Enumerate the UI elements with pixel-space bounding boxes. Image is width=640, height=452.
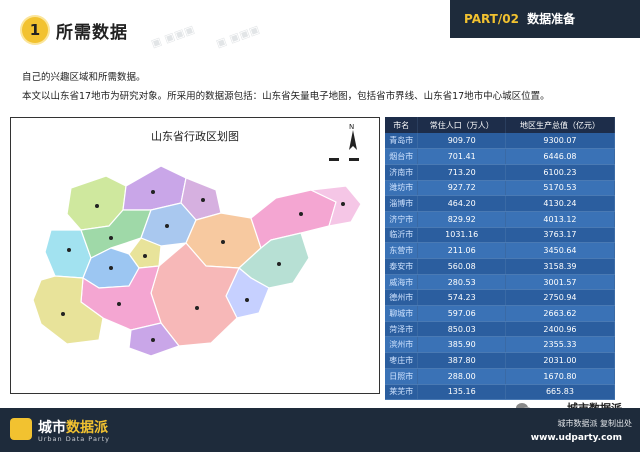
map-svg: N	[32, 123, 369, 357]
cell-city: 莱芜市	[385, 384, 419, 401]
table-row: 潍坊市 927.72 5170.53	[385, 180, 616, 197]
table-row: 日照市 288.00 1670.80	[385, 368, 616, 385]
cell-gdp: 3158.39	[505, 258, 616, 275]
table-row: 泰安市 560.08 3158.39	[385, 258, 616, 275]
cell-gdp: 665.83	[505, 384, 616, 401]
table-row: 济南市 713.20 6100.23	[385, 164, 616, 181]
cell-gdp: 2400.96	[505, 321, 616, 338]
cell-gdp: 6446.08	[505, 148, 616, 165]
region-binzhou	[122, 165, 187, 211]
table-header-population: 常住人口（万人）	[417, 117, 506, 133]
intro-line-2: 本文以山东省17地市为研究对象。所采用的数据源包括：山东省矢量电子地图，包括省市…	[22, 91, 550, 102]
cell-gdp: 4013.12	[505, 211, 616, 228]
brand-logo-text: 城市数据派	[38, 417, 108, 437]
table-row: 菏泽市 850.03 2400.96	[385, 321, 616, 338]
cell-gdp: 5170.53	[505, 180, 616, 197]
cell-gdp: 2355.33	[505, 336, 616, 354]
table-row: 东营市 211.06 3450.64	[385, 242, 616, 259]
table-header-gdp: 地区生产总值（亿元）	[505, 117, 616, 133]
table-row: 淄博市 464.20 4130.24	[385, 195, 616, 212]
cell-gdp: 2031.00	[505, 352, 616, 369]
brand-name-part2: 数据派	[66, 420, 108, 436]
brand-logo-icon	[10, 418, 32, 440]
cell-population: 211.06	[417, 242, 506, 259]
table-header-city: 市名	[385, 117, 419, 133]
cell-population: 713.20	[417, 164, 506, 181]
cell-city: 菏泽市	[385, 321, 419, 338]
cell-city: 济南市	[385, 164, 419, 181]
cell-population: 280.53	[417, 274, 506, 291]
cell-city: 泰安市	[385, 258, 419, 275]
north-label: N	[349, 123, 354, 131]
north-arrow-icon	[349, 130, 357, 150]
cell-gdp: 3450.64	[505, 242, 616, 259]
footer-url[interactable]: www.udparty.com	[531, 433, 622, 443]
cell-population: 464.20	[417, 195, 506, 212]
footer-bar: 城市数据派 Urban Data Party 城市数据派 复制出处 www.ud…	[0, 408, 640, 452]
section-number-badge: 1	[22, 17, 48, 43]
cell-city: 临沂市	[385, 227, 419, 244]
cell-city: 济宁市	[385, 211, 419, 228]
cell-population: 701.41	[417, 148, 506, 165]
cell-city: 聊城市	[385, 305, 419, 322]
table-row: 枣庄市 387.80 2031.00	[385, 352, 616, 369]
cell-gdp: 1670.80	[505, 368, 616, 385]
cell-population: 829.92	[417, 211, 506, 228]
cell-city: 威海市	[385, 274, 419, 291]
cell-city: 东营市	[385, 242, 419, 259]
table-row: 临沂市 1031.16 3763.17	[385, 227, 616, 244]
cell-gdp: 3001.57	[505, 274, 616, 291]
cell-population: 1031.16	[417, 227, 506, 244]
cell-population: 387.80	[417, 352, 506, 369]
cell-gdp: 6100.23	[505, 164, 616, 181]
cell-population: 909.70	[417, 133, 506, 150]
table-row: 烟台市 701.41 6446.08	[385, 148, 616, 165]
cell-gdp: 9300.07	[505, 133, 616, 150]
table-row: 莱芜市 135.16 665.83	[385, 384, 616, 401]
table-row: 威海市 280.53 3001.57	[385, 274, 616, 291]
cell-population: 288.00	[417, 368, 506, 385]
cell-city: 烟台市	[385, 148, 419, 165]
cell-city: 青岛市	[385, 133, 419, 150]
cell-city: 枣庄市	[385, 352, 419, 369]
scale-bar	[329, 158, 369, 161]
part-name: 数据准备	[527, 12, 576, 26]
brand-name-part1: 城市	[38, 420, 66, 436]
city-data-table: 市名 常住人口（万人） 地区生产总值（亿元） 青岛市 909.70 9300.07 烟…	[385, 117, 616, 401]
table-row: 滨州市 385.90 2355.33	[385, 336, 616, 354]
cell-city: 淄博市	[385, 195, 419, 212]
part-code: PART/02	[464, 12, 519, 26]
intro-line-1: 自己的兴趣区域和所需数据。	[22, 72, 146, 83]
table-row: 济宁市 829.92 4013.12	[385, 211, 616, 228]
cell-population: 135.16	[417, 384, 506, 401]
table-row: 青岛市 909.70 9300.07	[385, 133, 616, 150]
table-row: 聊城市 597.06 2663.62	[385, 305, 616, 322]
table-row: 德州市 574.23 2750.94	[385, 289, 616, 307]
table-header-row: 市名 常住人口（万人） 地区生产总值（亿元）	[385, 117, 616, 133]
cell-city: 滨州市	[385, 336, 419, 354]
cell-gdp: 2663.62	[505, 305, 616, 322]
brand-subtitle: Urban Data Party	[38, 435, 110, 443]
footer-note: 城市数据派 复制出处	[557, 419, 632, 428]
shandong-map: 山东省行政区划图 N	[10, 117, 380, 394]
part-tag: PART/02 数据准备	[450, 0, 640, 38]
cell-population: 597.06	[417, 305, 506, 322]
cell-population: 927.72	[417, 180, 506, 197]
cell-population: 850.03	[417, 321, 506, 338]
cell-city: 日照市	[385, 368, 419, 385]
cell-population: 560.08	[417, 258, 506, 275]
cell-gdp: 3763.17	[505, 227, 616, 244]
section-title: 所需数据	[56, 23, 128, 43]
cell-gdp: 4130.24	[505, 195, 616, 212]
cell-city: 潍坊市	[385, 180, 419, 197]
watermark-logo: ▣ ▣▣▣	[214, 22, 262, 51]
cell-city: 德州市	[385, 289, 419, 307]
cell-population: 385.90	[417, 336, 506, 354]
cell-gdp: 2750.94	[505, 289, 616, 307]
cell-population: 574.23	[417, 289, 506, 307]
watermark-logo: ▣ ▣▣▣	[149, 22, 197, 51]
